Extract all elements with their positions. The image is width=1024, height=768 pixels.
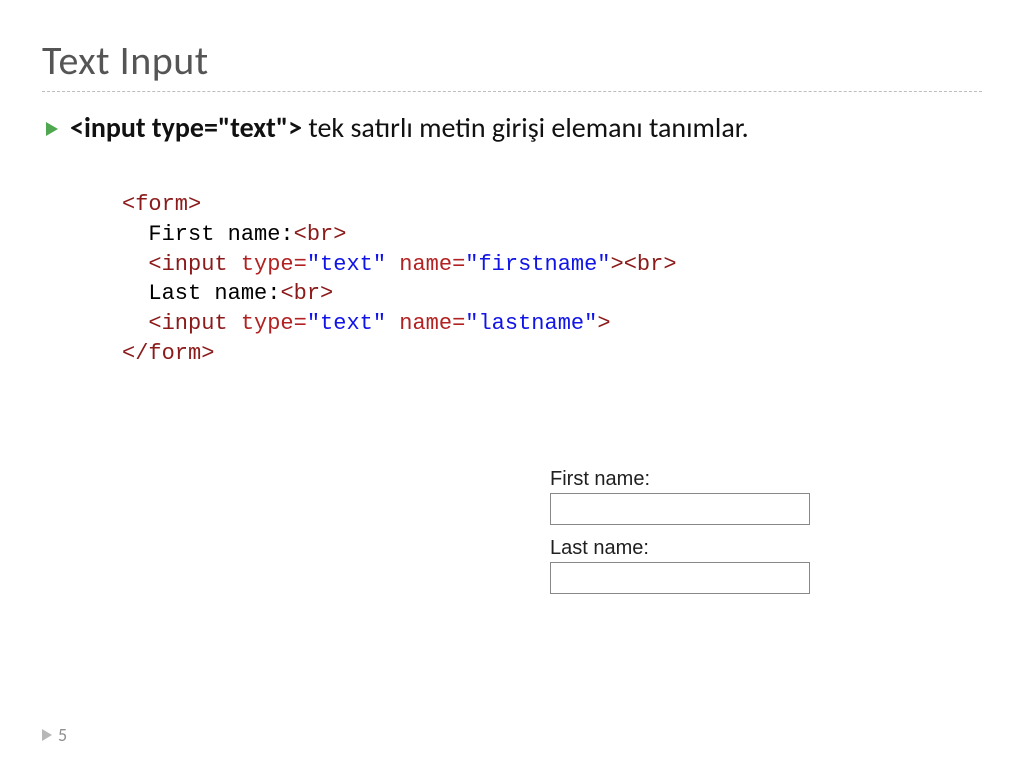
code-token: name= [386, 252, 465, 277]
bullet-item: <input type="text"> tek satırlı metin gi… [42, 110, 982, 146]
last-name-input[interactable] [550, 562, 810, 594]
bullet-code: <input type="text"> [70, 110, 302, 145]
bullet-description: tek satırlı metin girişi elemanı tanımla… [302, 110, 749, 145]
code-token: "text" [307, 311, 386, 336]
title-divider [42, 91, 982, 92]
code-token: > [611, 252, 624, 277]
code-token [122, 252, 148, 277]
code-token: <br> [624, 252, 677, 277]
code-token: <br> [294, 222, 347, 247]
code-example: <form> First name:<br> <input type="text… [122, 190, 982, 368]
code-token: <input [148, 311, 227, 336]
footer-triangle-icon [42, 729, 52, 741]
code-token: "text" [307, 252, 386, 277]
code-token: <br> [280, 281, 333, 306]
first-name-label: First name: [550, 468, 810, 491]
rendered-form-preview: First name: Last name: [550, 468, 810, 606]
code-token: "firstname" [465, 252, 610, 277]
code-token: > [597, 311, 610, 336]
page-number: 5 [58, 724, 67, 746]
code-token: <input [148, 252, 227, 277]
triangle-bullet-icon [46, 122, 58, 136]
code-token: name= [386, 311, 465, 336]
code-token: type= [228, 311, 307, 336]
first-name-input[interactable] [550, 493, 810, 525]
code-token: </form> [122, 341, 214, 366]
bullet-text: <input type="text"> tek satırlı metin gi… [70, 110, 749, 146]
code-token: "lastname" [465, 311, 597, 336]
code-token: Last name: [122, 281, 280, 306]
code-token: <form> [122, 192, 201, 217]
code-token [122, 311, 148, 336]
slide-footer: 5 [42, 724, 67, 746]
slide-title: Text Input [42, 36, 982, 85]
last-name-label: Last name: [550, 537, 810, 560]
code-token: First name: [122, 222, 294, 247]
code-token: type= [228, 252, 307, 277]
